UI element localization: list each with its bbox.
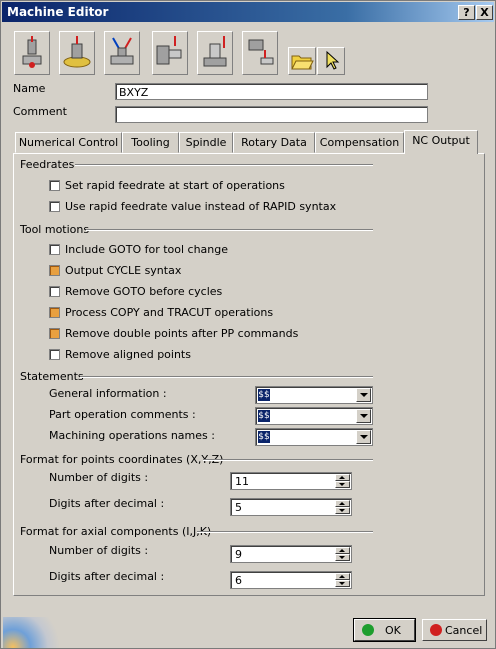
3-axis-machine-icon — [22, 36, 42, 68]
spin-up-icon[interactable] — [335, 500, 350, 507]
axial-format-group-title: Format for axial components (I,J,K) — [20, 525, 212, 538]
machine-rotary-table-button[interactable] — [59, 31, 95, 75]
axial-format-divider — [197, 531, 373, 533]
tab-compensation[interactable]: Compensation — [315, 132, 404, 153]
tab-spindle[interactable]: Spindle — [179, 132, 233, 153]
spin-down-icon[interactable] — [335, 554, 350, 561]
points-digits-value: 11 — [235, 475, 249, 488]
tool-motions-divider — [86, 229, 373, 231]
include-goto-checkbox[interactable] — [49, 244, 60, 255]
points-decimal-spinner[interactable]: 5 — [230, 498, 352, 516]
spin-down-icon[interactable] — [335, 507, 350, 514]
tab-nc-output[interactable]: NC Output — [404, 130, 478, 154]
points-format-group-title: Format for points coordinates (X,Y,Z) — [20, 453, 224, 466]
part-operation-comments-value: $$ — [258, 410, 270, 422]
use-rapid-feedrate-checkbox[interactable] — [49, 201, 60, 212]
spin-down-icon[interactable] — [335, 481, 350, 488]
points-format-divider — [203, 459, 373, 461]
rotary-table-machine-icon — [63, 36, 91, 68]
machine-vertical-lathe-button[interactable] — [197, 31, 233, 75]
tab-tooling[interactable]: Tooling — [122, 132, 179, 153]
multi-slide-lathe-icon — [248, 39, 274, 65]
machine-horizontal-lathe-button[interactable] — [152, 31, 188, 75]
spin-up-icon[interactable] — [335, 474, 350, 481]
set-rapid-feedrate-checkbox[interactable] — [49, 180, 60, 191]
general-information-label: General information : — [49, 387, 167, 400]
machining-operations-names-combo[interactable]: $$ — [255, 428, 373, 446]
machine-3axis-button[interactable] — [14, 31, 50, 75]
axial-digits-label: Number of digits : — [49, 544, 149, 557]
chevron-down-icon[interactable] — [356, 430, 371, 444]
machine-multi-slide-lathe-button[interactable] — [242, 31, 278, 75]
axial-digits-spinner[interactable]: 9 — [230, 545, 352, 563]
machine-editor-window: Machine Editor ? X Name BXYZ Comment Num… — [0, 0, 496, 649]
use-rapid-feedrate-label: Use rapid feedrate value instead of RAPI… — [65, 200, 337, 213]
ok-icon — [362, 624, 374, 636]
remove-aligned-points-label: Remove aligned points — [65, 348, 191, 361]
output-cycle-checkbox[interactable] — [49, 265, 60, 276]
vertical-lathe-icon — [203, 36, 227, 67]
cancel-button[interactable]: Cancel — [422, 619, 487, 641]
process-copy-tracut-label: Process COPY and TRACUT operations — [65, 306, 274, 319]
tool-motions-group-title: Tool motions — [20, 223, 90, 236]
part-operation-comments-label: Part operation comments : — [49, 408, 196, 421]
axial-decimal-value: 6 — [235, 574, 242, 587]
comment-field[interactable] — [115, 106, 428, 123]
statements-divider — [80, 376, 373, 378]
machine-5axis-button[interactable] — [104, 31, 140, 75]
ok-button-label: OK — [385, 624, 401, 637]
include-goto-label: Include GOTO for tool change — [65, 243, 229, 256]
select-arrow-icon — [326, 50, 340, 70]
tab-numerical-control[interactable]: Numerical Control — [15, 132, 122, 153]
remove-goto-checkbox[interactable] — [49, 286, 60, 297]
axial-digits-value: 9 — [235, 548, 242, 561]
general-information-combo[interactable]: $$ — [255, 386, 373, 404]
part-operation-comments-combo[interactable]: $$ — [255, 407, 373, 425]
help-button[interactable]: ? — [458, 5, 475, 20]
chevron-down-icon[interactable] — [356, 409, 371, 423]
horizontal-lathe-icon — [156, 36, 182, 65]
process-copy-tracut-checkbox[interactable] — [49, 307, 60, 318]
machining-operations-names-value: $$ — [258, 431, 270, 443]
spin-up-icon[interactable] — [335, 547, 350, 554]
close-button[interactable]: X — [476, 5, 493, 20]
general-information-value: $$ — [258, 389, 270, 401]
remove-goto-label: Remove GOTO before cycles — [65, 285, 223, 298]
axial-decimal-spinner[interactable]: 6 — [230, 571, 352, 589]
ok-button[interactable]: OK — [353, 618, 416, 642]
select-button[interactable] — [317, 47, 345, 75]
machining-operations-names-label: Machining operations names : — [49, 429, 215, 442]
name-label: Name — [13, 82, 46, 95]
set-rapid-feedrate-label: Set rapid feedrate at start of operation… — [65, 179, 285, 192]
feedrates-divider — [75, 164, 373, 166]
points-decimal-value: 5 — [235, 501, 242, 514]
remove-double-points-checkbox[interactable] — [49, 328, 60, 339]
5-axis-machine-icon — [110, 37, 134, 65]
points-digits-label: Number of digits : — [49, 471, 149, 484]
statements-group-title: Statements — [20, 370, 84, 383]
output-cycle-label: Output CYCLE syntax — [65, 264, 182, 277]
points-digits-spinner[interactable]: 11 — [230, 472, 352, 490]
chevron-down-icon[interactable] — [356, 388, 371, 402]
corner-decoration — [3, 617, 63, 648]
remove-double-points-label: Remove double points after PP commands — [65, 327, 299, 340]
cancel-button-label: Cancel — [445, 624, 483, 637]
name-value: BXYZ — [119, 86, 149, 99]
axial-decimal-label: Digits after decimal : — [49, 570, 165, 583]
open-folder-icon — [291, 55, 314, 70]
name-field[interactable]: BXYZ — [115, 83, 428, 100]
title-bar: Machine Editor ? X — [2, 2, 494, 22]
points-decimal-label: Digits after decimal : — [49, 497, 165, 510]
spin-down-icon[interactable] — [335, 580, 350, 587]
remove-aligned-points-checkbox[interactable] — [49, 349, 60, 360]
spin-up-icon[interactable] — [335, 573, 350, 580]
tab-rotary-data[interactable]: Rotary Data — [233, 132, 315, 153]
feedrates-group-title: Feedrates — [20, 158, 75, 171]
window-title: Machine Editor — [7, 5, 109, 19]
comment-label: Comment — [13, 105, 67, 118]
cancel-icon — [430, 624, 442, 636]
open-folder-button[interactable] — [288, 47, 316, 75]
